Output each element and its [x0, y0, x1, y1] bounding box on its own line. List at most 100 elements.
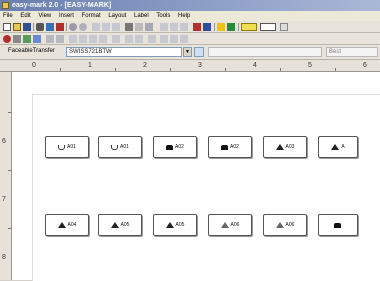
- font-size-combo[interactable]: [208, 47, 322, 57]
- menu-tools[interactable]: Tools: [156, 13, 170, 19]
- undo-icon[interactable]: [69, 23, 77, 31]
- justify-icon[interactable]: [99, 35, 107, 43]
- label-tag[interactable]: [318, 214, 358, 236]
- menu-format[interactable]: Format: [82, 13, 101, 19]
- menu-view[interactable]: View: [38, 13, 51, 19]
- color-icon[interactable]: [193, 23, 201, 31]
- label-tag[interactable]: A03: [263, 136, 307, 158]
- label-tag[interactable]: A01: [98, 136, 142, 158]
- label-tag[interactable]: A04: [45, 214, 89, 236]
- label-sheet[interactable]: A01 A01 A02 A02 A03 A A04 A05 A05 A06 A0…: [32, 94, 380, 281]
- barcode-icon[interactable]: [170, 23, 178, 31]
- menu-insert[interactable]: Insert: [59, 13, 74, 19]
- size-icon[interactable]: [170, 35, 178, 43]
- label-text: A05: [175, 222, 185, 228]
- copy-icon[interactable]: [102, 23, 110, 31]
- warning-triangle-icon: [165, 222, 174, 228]
- ruler-label: 4: [253, 62, 257, 69]
- window-title: easy-mark 2.0 - [EASY-MARK]: [12, 2, 112, 9]
- label-tag[interactable]: A: [318, 136, 358, 158]
- delete-icon[interactable]: [56, 23, 64, 31]
- phone-icon: [333, 222, 341, 228]
- align-icon[interactable]: [125, 23, 133, 31]
- label-text: A06: [285, 222, 295, 228]
- ruler-label: 2: [143, 62, 147, 69]
- label-text: A05: [120, 222, 130, 228]
- mirror-icon[interactable]: [135, 35, 143, 43]
- frame-icon[interactable]: [280, 23, 288, 31]
- ruler-label: 8: [2, 254, 6, 261]
- font-toolbar: FaceableTransfer SWISS721BTW ▼ Best: [0, 45, 380, 60]
- right-align-icon[interactable]: [89, 35, 97, 43]
- left-align-icon[interactable]: [69, 35, 77, 43]
- line-icon[interactable]: [180, 23, 188, 31]
- rotate-icon[interactable]: [112, 35, 120, 43]
- menu-bar: File Edit View Insert Format Layout Labe…: [0, 11, 380, 21]
- image-icon[interactable]: [203, 23, 211, 31]
- app-icon: [2, 2, 9, 9]
- ruler-label: 0: [32, 62, 36, 69]
- spacing-icon[interactable]: [148, 35, 156, 43]
- ruler-label: 7: [2, 196, 6, 203]
- help-icon[interactable]: [217, 23, 225, 31]
- grid-icon[interactable]: [135, 23, 143, 31]
- label-tag[interactable]: A02: [208, 136, 252, 158]
- menu-help[interactable]: Help: [178, 13, 190, 19]
- paste-icon[interactable]: [112, 23, 120, 31]
- toolbar-separator: [33, 23, 34, 31]
- group-icon[interactable]: [23, 35, 31, 43]
- minus-icon[interactable]: [260, 23, 276, 31]
- move-icon[interactable]: [180, 35, 188, 43]
- layout-icon[interactable]: [227, 23, 235, 31]
- center-align-icon[interactable]: [79, 35, 87, 43]
- font-apply-button[interactable]: [194, 47, 204, 57]
- ungroup-icon[interactable]: [33, 35, 41, 43]
- warning-triangle-icon: [57, 222, 66, 228]
- phone-icon: [221, 144, 229, 150]
- label-tag[interactable]: A02: [153, 136, 197, 158]
- distribute-icon[interactable]: [160, 35, 168, 43]
- text-icon[interactable]: [160, 23, 168, 31]
- warning-triangle-icon: [110, 222, 119, 228]
- horizontal-ruler: 0 1 2 3 4 5 6: [0, 60, 380, 72]
- toolbar-separator: [238, 23, 239, 31]
- phone-icon: [166, 144, 174, 150]
- warning-triangle-icon: [275, 144, 284, 150]
- save-icon[interactable]: [23, 23, 31, 31]
- label-tag[interactable]: A06: [263, 214, 307, 236]
- cup-icon: [111, 144, 119, 150]
- menu-edit[interactable]: Edit: [20, 13, 30, 19]
- label-text: A02: [230, 144, 239, 150]
- font-select[interactable]: SWISS721BTW: [66, 47, 182, 57]
- back-icon[interactable]: [56, 35, 64, 43]
- cut-icon[interactable]: [92, 23, 100, 31]
- label-text: A01: [67, 144, 76, 150]
- menu-file[interactable]: File: [3, 13, 13, 19]
- chevron-down-icon[interactable]: ▼: [183, 47, 192, 57]
- ruler-label: 6: [363, 62, 367, 69]
- zoom-icon[interactable]: [145, 23, 153, 31]
- print-preview-icon[interactable]: [46, 23, 54, 31]
- label-text: A02: [175, 144, 184, 150]
- quality-combo[interactable]: Best: [326, 47, 378, 57]
- design-canvas[interactable]: A01 A01 A02 A02 A03 A A04 A05 A05 A06 A0…: [12, 72, 380, 281]
- new-icon[interactable]: [3, 23, 11, 31]
- front-icon[interactable]: [46, 35, 54, 43]
- toolbar-separator: [214, 23, 215, 31]
- open-icon[interactable]: [13, 23, 21, 31]
- menu-label[interactable]: Label: [134, 13, 149, 19]
- print-icon[interactable]: [36, 23, 44, 31]
- tool-icon[interactable]: [13, 35, 21, 43]
- label-text: A06: [230, 222, 240, 228]
- record-icon[interactable]: [3, 35, 11, 43]
- ruler-label: 5: [308, 62, 312, 69]
- label-tag[interactable]: A05: [98, 214, 142, 236]
- menu-layout[interactable]: Layout: [108, 13, 126, 19]
- highlight-icon[interactable]: [241, 23, 257, 31]
- label-text: A01: [120, 144, 129, 150]
- label-tag[interactable]: A05: [153, 214, 197, 236]
- redo-icon[interactable]: [79, 23, 87, 31]
- label-tag[interactable]: A01: [45, 136, 89, 158]
- flip-icon[interactable]: [125, 35, 133, 43]
- label-tag[interactable]: A06: [208, 214, 252, 236]
